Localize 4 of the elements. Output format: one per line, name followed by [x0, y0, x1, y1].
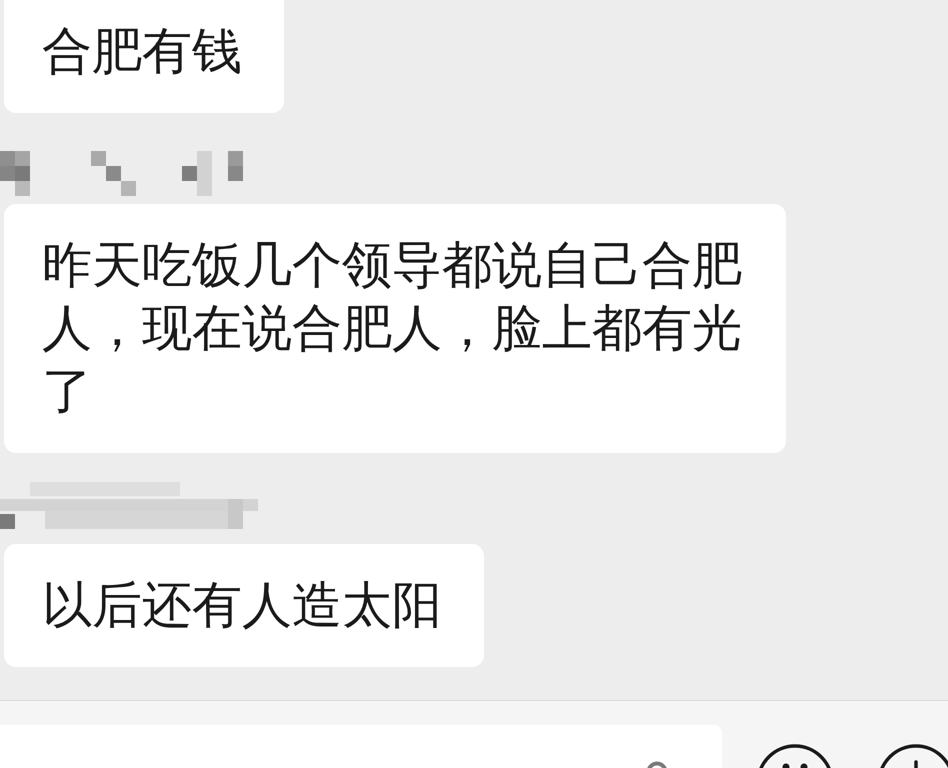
- message-input[interactable]: [0, 725, 722, 768]
- message-bubble: 昨天吃饭几个领导都说自己合肥人，现在说合肥人，脸上都有光了: [4, 204, 786, 453]
- message-bubble: 合肥有钱: [4, 0, 284, 113]
- message-bubble: 以后还有人造太阳: [4, 544, 484, 667]
